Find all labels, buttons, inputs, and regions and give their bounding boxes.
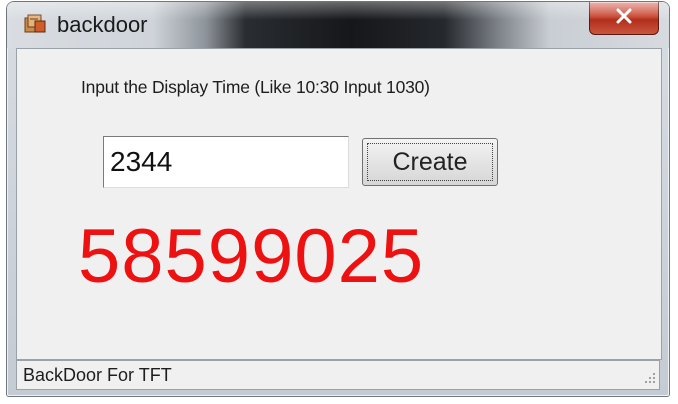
- create-button[interactable]: Create: [362, 138, 498, 186]
- generated-code: 58599025: [78, 214, 425, 299]
- title-bar[interactable]: backdoor: [7, 2, 669, 48]
- window-title: backdoor: [57, 12, 148, 37]
- display-time-input[interactable]: [103, 136, 349, 188]
- app-icon[interactable]: [24, 14, 46, 34]
- close-button[interactable]: [589, 2, 659, 35]
- client-area: Input the Display Time (Like 10:30 Input…: [16, 48, 662, 360]
- app-window: backdoor Input the Display Time (Like 10…: [7, 2, 669, 396]
- status-text: BackDoor For TFT: [23, 365, 172, 385]
- resize-grip-icon[interactable]: [639, 369, 657, 387]
- instruction-label: Input the Display Time (Like 10:30 Input…: [81, 77, 430, 97]
- status-bar: BackDoor For TFT: [16, 360, 660, 390]
- close-icon: [615, 8, 633, 29]
